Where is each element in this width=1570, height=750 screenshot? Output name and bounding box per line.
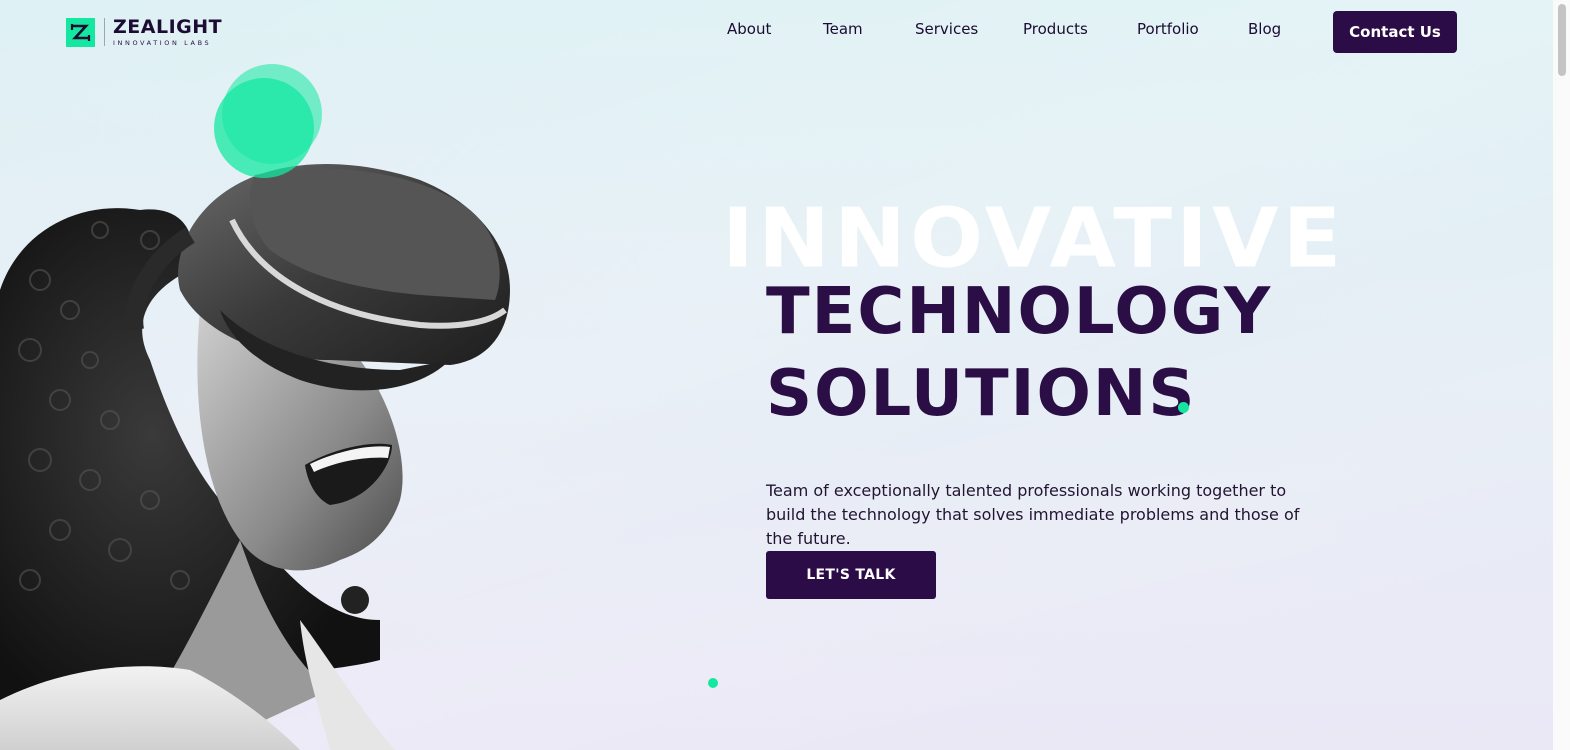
- nav-about[interactable]: About: [727, 20, 771, 38]
- zealight-logo-icon: [66, 17, 95, 47]
- headline-line-2: SOLUTIONS: [766, 357, 1197, 431]
- nav-blog[interactable]: Blog: [1248, 20, 1281, 38]
- hero-description: Team of exceptionally talented professio…: [766, 481, 1300, 548]
- page-scrollbar[interactable]: [1553, 0, 1570, 750]
- scrollbar-thumb[interactable]: [1558, 4, 1566, 76]
- nav-portfolio[interactable]: Portfolio: [1137, 20, 1199, 38]
- nav-products[interactable]: Products: [1023, 20, 1088, 38]
- site-logo[interactable]: ZEALIGHT INNOVATION LABS: [66, 17, 222, 47]
- site-header: ZEALIGHT INNOVATION LABS About Team Serv…: [0, 0, 1552, 64]
- logo-text: ZEALIGHT INNOVATION LABS: [113, 15, 223, 47]
- slider-indicator-dot[interactable]: [708, 678, 718, 688]
- nav-services[interactable]: Services: [915, 20, 978, 38]
- green-orb-decoration: [214, 64, 322, 178]
- headline-ghost-word: INNOVATIVE: [722, 191, 1346, 287]
- brand-tagline: INNOVATION LABS: [113, 38, 212, 47]
- nav-team[interactable]: Team: [823, 20, 863, 38]
- lets-talk-button[interactable]: LET'S TALK: [766, 551, 936, 599]
- headline-period-dot: [1178, 402, 1189, 413]
- brand-name: ZEALIGHT: [113, 15, 223, 38]
- logo-divider: [104, 18, 105, 46]
- contact-us-button[interactable]: Contact Us: [1333, 11, 1457, 53]
- headline-line-1: TECHNOLOGY: [766, 275, 1273, 349]
